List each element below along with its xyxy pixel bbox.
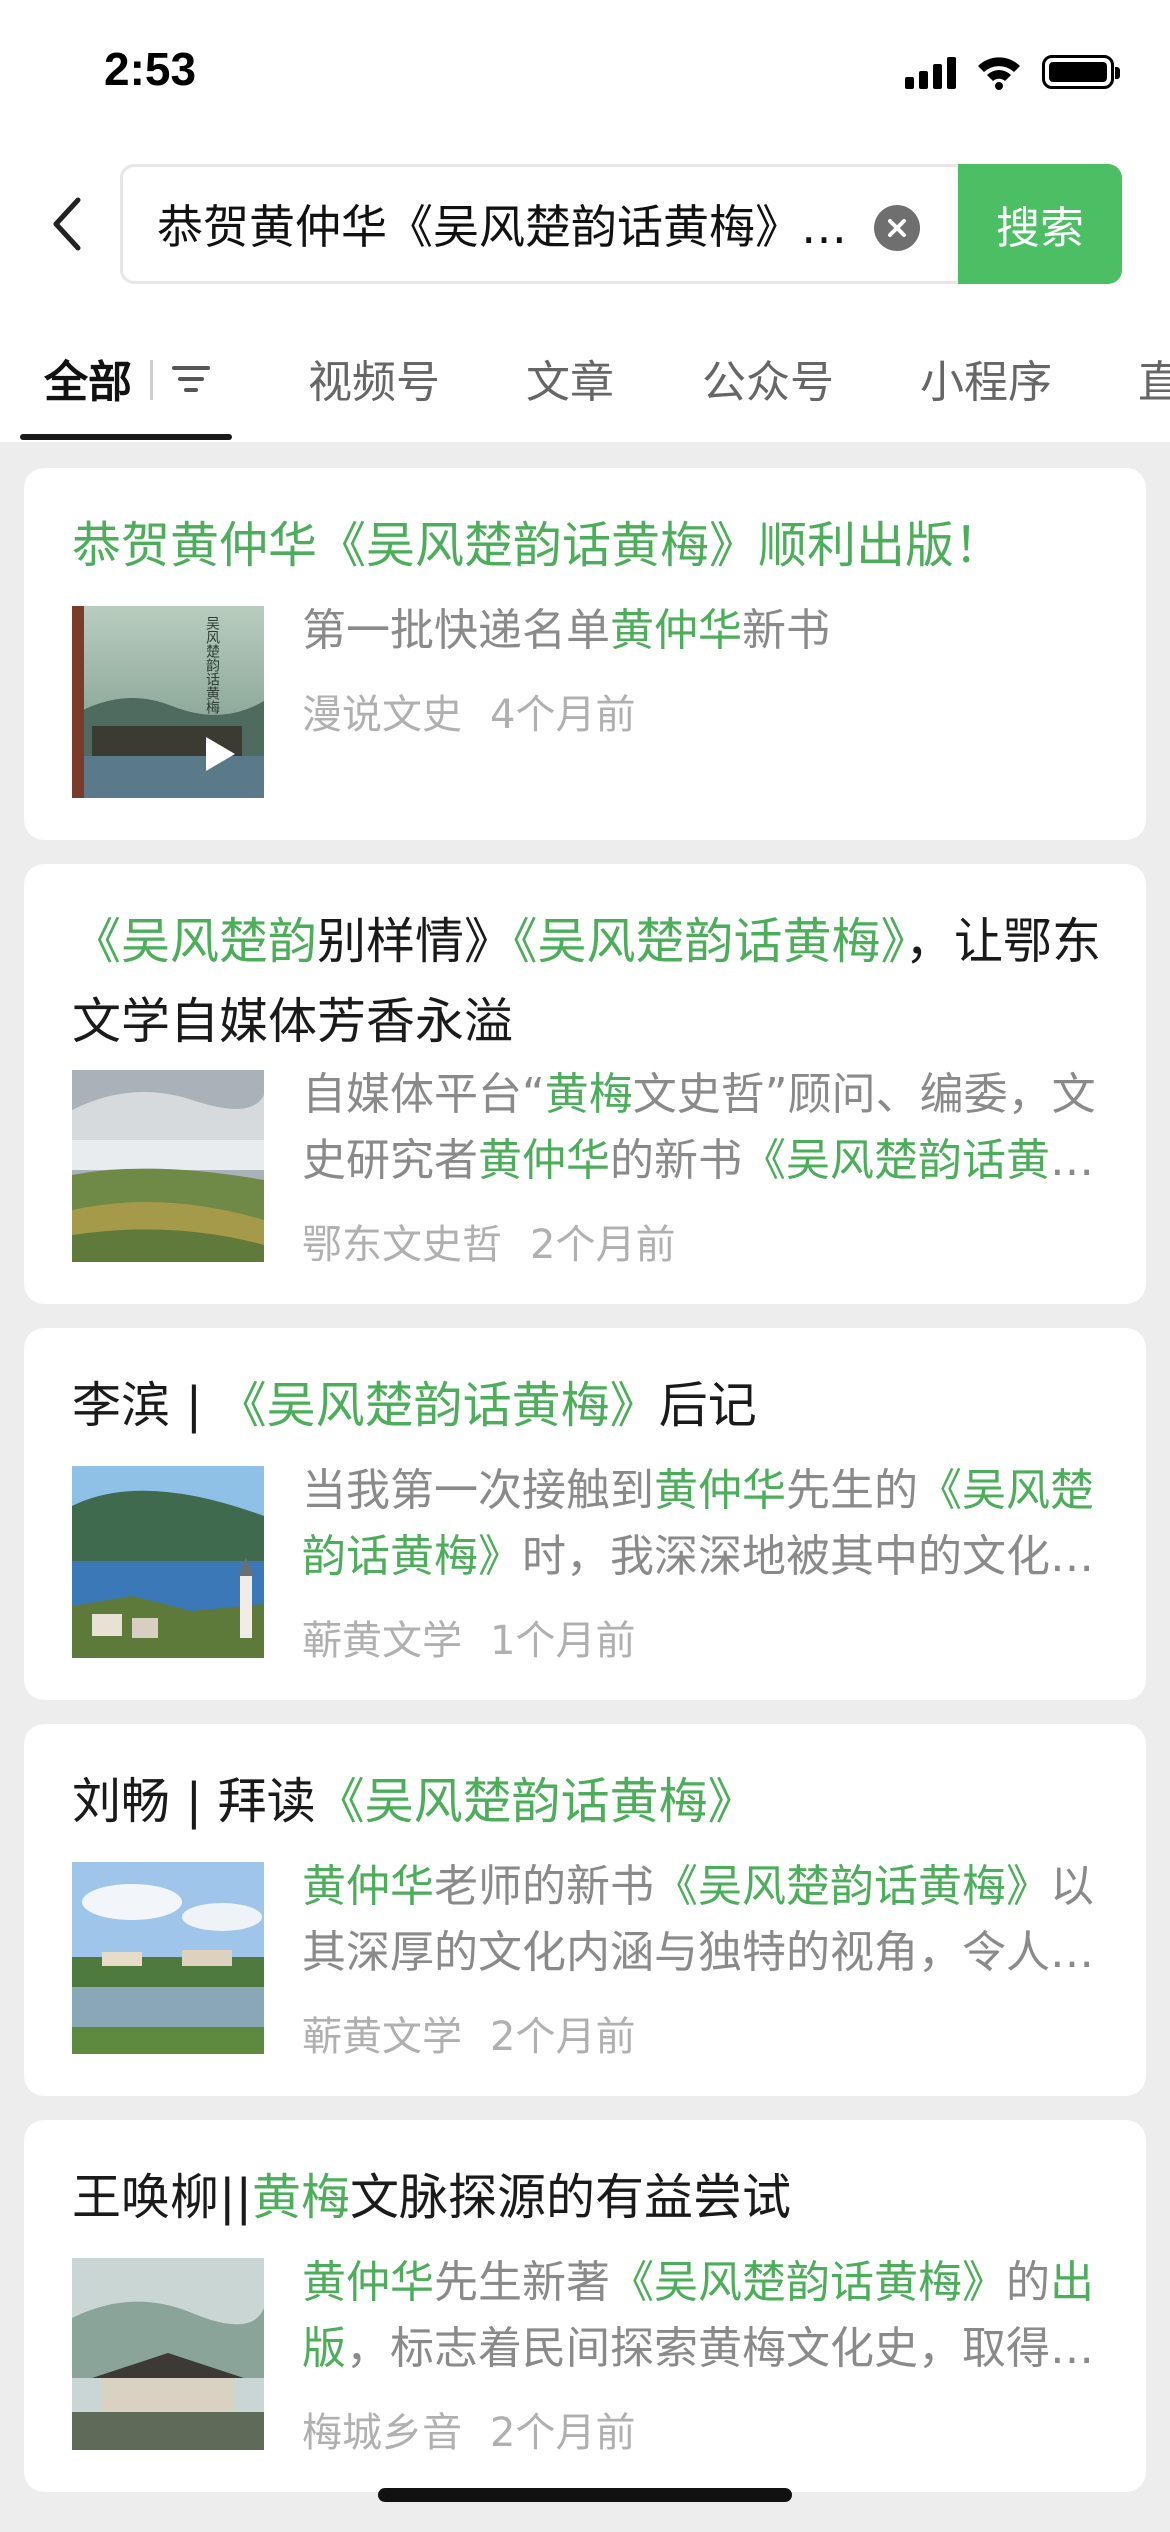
result-snippet: 第一批快递名单黄仲华新书	[302, 598, 1102, 664]
highlighted-keyword: 《吴风楚韵话黄梅》	[217, 1377, 659, 1434]
result-card[interactable]: 王唤柳||黄梅文脉探源的有益尝试 黄仲华先生新著《吴风楚韵话黄梅》的出版，标志着…	[24, 2120, 1146, 2492]
result-title: 恭贺黄仲华《吴风楚韵话黄梅》顺利出版！	[72, 506, 1102, 586]
text-segment: 先生新著	[434, 2257, 610, 2308]
highlighted-keyword: 恭贺黄仲华《吴风楚韵话黄梅》顺利出版！	[72, 517, 1004, 574]
thumbnail-book-title: 吴风楚韵话黄梅	[204, 616, 220, 714]
tab-bar: 全部 视频号 文章 公众号 小程序 直	[0, 330, 1170, 442]
text-segment: 文脉探源的有益尝试	[350, 2169, 792, 2226]
result-thumbnail	[72, 1070, 264, 1262]
highlighted-keyword: 黄仲华	[610, 605, 742, 656]
status-icons	[905, 54, 1120, 90]
highlighted-keyword: 黄仲华	[654, 1465, 786, 1516]
text-segment: 新书	[742, 605, 830, 656]
battery-icon	[1042, 55, 1120, 89]
result-card[interactable]: 恭贺黄仲华《吴风楚韵话黄梅》顺利出版！ 吴风楚韵话黄梅 第一批快递名单黄仲华新书…	[24, 468, 1146, 840]
text-segment: 别样情》	[317, 913, 514, 970]
highlighted-keyword: 《吴风楚韵	[72, 913, 318, 970]
result-snippet: 黄仲华老师的新书《吴风楚韵话黄梅》以其深厚的文化内涵与独特的视角，令人耳目一新	[302, 1854, 1102, 1986]
result-source: 漫说文史	[302, 692, 462, 738]
result-meta: 蕲黄文学 2个月前	[302, 2004, 635, 2062]
top-panel: 2:53 恭贺黄仲华《吴风楚韵话黄梅》顺利出版！ 搜索 全部 视频号	[0, 0, 1170, 442]
highlighted-keyword: 《吴风楚韵话黄梅》	[315, 1773, 757, 1830]
play-icon	[206, 737, 235, 771]
tab-live[interactable]: 直	[1138, 346, 1170, 410]
search-input[interactable]: 恭贺黄仲华《吴风楚韵话黄梅》顺利出版！	[120, 164, 960, 284]
result-card[interactable]: 《吴风楚韵别样情》《吴风楚韵话黄梅》，让鄂东文学自媒体芳香永溢 自媒体平台“黄梅…	[24, 864, 1146, 1304]
text-segment: 自媒体平台“	[302, 1069, 545, 1120]
result-thumbnail	[72, 2258, 264, 2450]
result-meta: 鄂东文史哲 2个月前	[302, 1212, 675, 1270]
result-snippet: 自媒体平台“黄梅文史哲”顾问、编委，文史研究者黄仲华的新书《吴风楚韵话黄梅》	[302, 1062, 1102, 1194]
text-segment: 第一批快递名单	[302, 605, 610, 656]
result-title: 《吴风楚韵别样情》《吴风楚韵话黄梅》，让鄂东文学自媒体芳香永溢	[72, 902, 1102, 1062]
result-source: 蕲黄文学	[302, 2014, 462, 2060]
highlighted-keyword: 《吴风楚韵话黄梅》	[513, 913, 906, 970]
clear-icon	[888, 219, 906, 237]
wifi-icon	[978, 57, 1020, 90]
tab-divider	[150, 360, 153, 400]
highlighted-keyword: 黄仲华	[302, 2257, 434, 2308]
result-snippet: 黄仲华先生新著《吴风楚韵话黄梅》的出版，标志着民间探索黄梅文化史，取得了新的成果	[302, 2250, 1102, 2382]
result-snippet: 当我第一次接触到黄仲华先生的《吴风楚韵话黄梅》时，我深深地被其中的文化底蕴所吸引	[302, 1458, 1102, 1590]
text-segment: 当我第一次接触到	[302, 1465, 654, 1516]
highlighted-keyword: 黄仲华	[302, 1861, 434, 1912]
text-segment: 后记	[658, 1377, 757, 1434]
result-card[interactable]: 刘畅 | 拜读《吴风楚韵话黄梅》 黄仲华老师的新书《吴风楚韵话黄梅》以其深厚的文…	[24, 1724, 1146, 2096]
text-segment: 的	[1006, 2257, 1050, 2308]
result-thumbnail	[72, 1862, 264, 2054]
search-query[interactable]: 恭贺黄仲华《吴风楚韵话黄梅》顺利出版！	[157, 191, 847, 257]
result-time: 2个月前	[490, 2014, 636, 2060]
highlighted-keyword: 黄仲华	[478, 1135, 610, 1186]
tab-official-account[interactable]: 公众号	[702, 346, 834, 410]
text-segment: 刘畅 | 拜读	[72, 1773, 316, 1830]
result-thumbnail: 吴风楚韵话黄梅	[72, 606, 264, 798]
search-button[interactable]: 搜索	[958, 164, 1122, 284]
filter-icon[interactable]	[168, 356, 214, 402]
result-title: 刘畅 | 拜读《吴风楚韵话黄梅》	[72, 1762, 1102, 1842]
result-title: 李滨 | 《吴风楚韵话黄梅》后记	[72, 1366, 1102, 1446]
text-segment: 先生的	[786, 1465, 918, 1516]
chevron-left-icon	[53, 197, 81, 251]
signal-icon	[905, 55, 956, 89]
result-time: 2个月前	[490, 2410, 636, 2456]
text-segment: 的新书	[610, 1135, 742, 1186]
highlighted-keyword: 黄梅	[252, 2169, 351, 2226]
highlighted-keyword: 《吴风楚韵话黄梅》	[610, 2257, 1006, 2308]
result-time: 1个月前	[490, 1618, 636, 1664]
text-segment: 老师的新书	[434, 1861, 654, 1912]
result-title: 王唤柳||黄梅文脉探源的有益尝试	[72, 2158, 1102, 2238]
result-meta: 漫说文史 4个月前	[302, 682, 635, 740]
result-source: 梅城乡音	[302, 2410, 462, 2456]
result-meta: 蕲黄文学 1个月前	[302, 1608, 635, 1666]
result-source: 蕲黄文学	[302, 1618, 462, 1664]
result-meta: 梅城乡音 2个月前	[302, 2400, 635, 2458]
result-thumbnail	[72, 1466, 264, 1658]
active-tab-indicator	[20, 434, 232, 440]
result-source: 鄂东文史哲	[302, 1222, 502, 1268]
result-card[interactable]: 李滨 | 《吴风楚韵话黄梅》后记 当我第一次接触到黄仲华先生的《吴风楚韵话黄梅》…	[24, 1328, 1146, 1700]
highlighted-keyword: 《吴风楚韵话黄梅》	[654, 1861, 1050, 1912]
tab-article[interactable]: 文章	[526, 346, 614, 410]
tab-all[interactable]: 全部	[44, 346, 132, 410]
result-time: 2个月前	[530, 1222, 676, 1268]
clear-button[interactable]	[874, 205, 920, 251]
home-indicator	[378, 2488, 792, 2502]
text-segment: 李滨 |	[72, 1377, 218, 1434]
highlighted-keyword: 黄梅	[544, 1069, 633, 1120]
tab-mini-program[interactable]: 小程序	[920, 346, 1052, 410]
status-time: 2:53	[104, 43, 197, 95]
result-time: 4个月前	[490, 692, 636, 738]
back-button[interactable]	[36, 186, 96, 262]
tab-video[interactable]: 视频号	[308, 346, 440, 410]
text-segment: 王唤柳||	[72, 2169, 253, 2226]
text-segment: ，标志着民间探索黄梅文化史，取得了新的成果	[346, 2323, 1094, 2374]
